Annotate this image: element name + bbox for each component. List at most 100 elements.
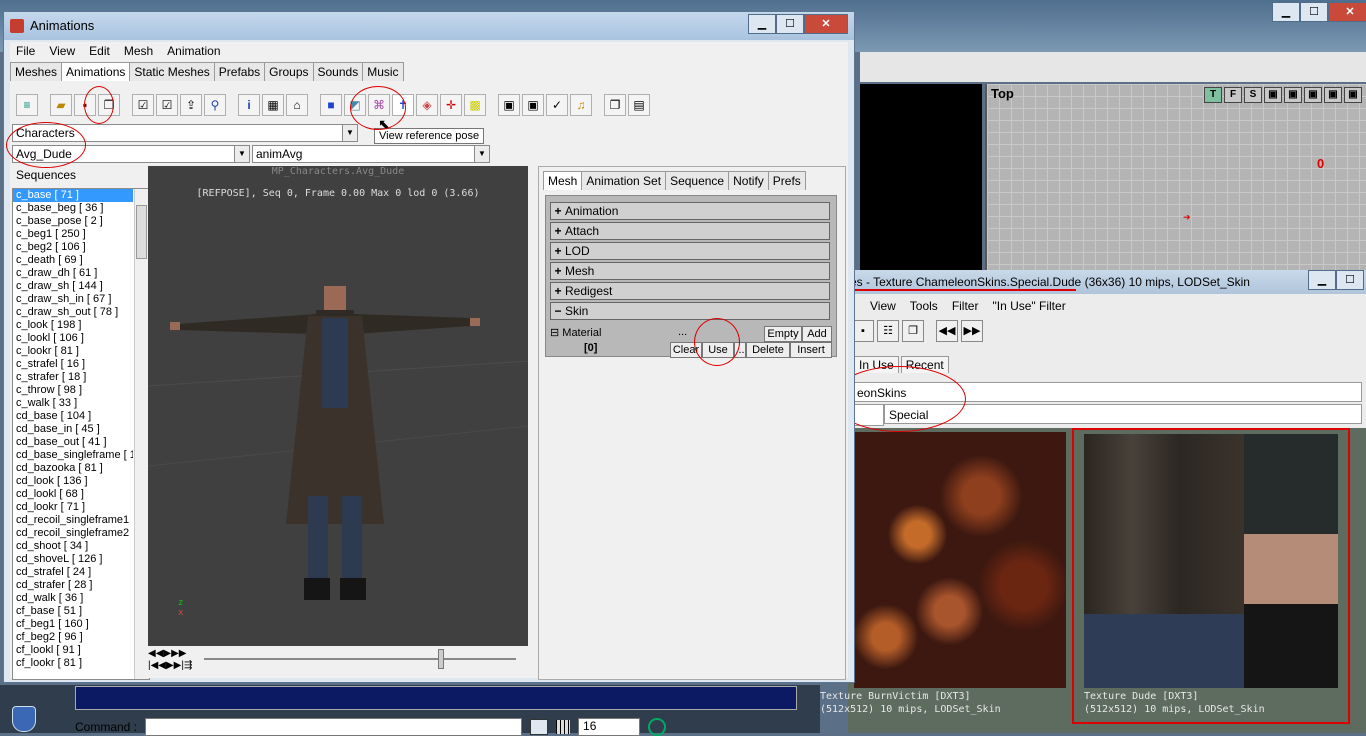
- forward-icon[interactable]: ▶▶: [171, 648, 186, 660]
- sequence-item[interactable]: cf_lookl [ 91 ]: [13, 644, 133, 657]
- paste-icon[interactable]: ▤: [628, 94, 650, 116]
- tab-notify[interactable]: Notify: [728, 171, 769, 190]
- bone-name-icon[interactable]: ◈: [416, 94, 438, 116]
- sequence-item[interactable]: cd_base_in [ 45 ]: [13, 423, 133, 436]
- previous-icon[interactable]: ◀◀: [936, 320, 958, 342]
- sequence-item[interactable]: c_walk [ 33 ]: [13, 397, 133, 410]
- material-label[interactable]: ⊟ Material: [550, 326, 678, 340]
- checkmark-doc2-icon[interactable]: ☑: [156, 94, 178, 116]
- editor-maximize-button[interactable]: ☐: [1300, 2, 1328, 22]
- view-cube4-icon[interactable]: ▣: [1324, 87, 1342, 103]
- viewport-mode-s[interactable]: S: [1244, 87, 1262, 103]
- menu-edit[interactable]: Edit: [89, 42, 110, 60]
- tab-meshes[interactable]: Meshes: [10, 62, 63, 81]
- sequence-item[interactable]: cf_base [ 51 ]: [13, 605, 133, 618]
- sequence-item[interactable]: c_draw_sh_in [ 67 ]: [13, 293, 133, 306]
- sequence-item[interactable]: cd_recoil_singleframe2: [13, 527, 133, 540]
- sequence-item[interactable]: c_base_pose [ 2 ]: [13, 215, 133, 228]
- sequence-item[interactable]: cd_recoil_singleframe1: [13, 514, 133, 527]
- tb-maximize-button[interactable]: ☐: [1336, 270, 1364, 290]
- rewind-icon[interactable]: ◀◀: [148, 648, 163, 660]
- texture-thumbnail-burnvictim[interactable]: [854, 432, 1066, 688]
- viewport-mode-t[interactable]: T: [1204, 87, 1222, 103]
- save-icon[interactable]: ▪: [852, 320, 874, 342]
- minimize-button[interactable]: ▁: [748, 14, 776, 34]
- first-frame-icon[interactable]: |◀◀: [148, 660, 166, 672]
- sequence-item[interactable]: cf_lookr [ 81 ]: [13, 657, 133, 670]
- view-cube5-icon[interactable]: ▣: [1344, 87, 1362, 103]
- texture-icon[interactable]: ▩: [464, 94, 486, 116]
- export-icon[interactable]: ▣: [498, 94, 520, 116]
- top-viewport[interactable]: Top T F S ▣ ▣ ▣ ▣ ▣ 0 ➔: [985, 84, 1366, 270]
- info-icon[interactable]: i: [238, 94, 260, 116]
- target-icon[interactable]: [648, 718, 667, 736]
- category-lod[interactable]: + LOD: [550, 242, 830, 260]
- sequence-item[interactable]: c_strafel [ 16 ]: [13, 358, 133, 371]
- editor-minimize-button[interactable]: ▁: [1272, 2, 1300, 22]
- next-icon[interactable]: ▶▶: [961, 320, 983, 342]
- command-input[interactable]: [145, 718, 523, 736]
- menu-view[interactable]: View: [49, 42, 75, 60]
- sound-icon[interactable]: ♫: [570, 94, 592, 116]
- tb-menu-filter[interactable]: Filter: [952, 296, 979, 316]
- tab-prefabs[interactable]: Prefabs: [213, 62, 266, 81]
- copy2-icon[interactable]: ❐: [604, 94, 626, 116]
- sequence-item[interactable]: c_throw [ 98 ]: [13, 384, 133, 397]
- timeline-scrubber[interactable]: [438, 649, 444, 669]
- sequence-item[interactable]: cd_shoveL [ 126 ]: [13, 553, 133, 566]
- checkmark-doc-icon[interactable]: ☑: [132, 94, 154, 116]
- sequence-item[interactable]: cd_walk [ 36 ]: [13, 592, 133, 605]
- maximize-button[interactable]: ☐: [776, 14, 804, 34]
- sequence-item[interactable]: cd_base [ 104 ]: [13, 410, 133, 423]
- shield-icon[interactable]: [12, 706, 36, 732]
- sequence-item[interactable]: cd_lookr [ 71 ]: [13, 501, 133, 514]
- tab-music[interactable]: Music: [362, 62, 404, 81]
- check-icon[interactable]: ✓: [546, 94, 568, 116]
- import-icon[interactable]: ⇪: [180, 94, 202, 116]
- sequence-item[interactable]: c_draw_sh_out [ 78 ]: [13, 306, 133, 319]
- copy-icon[interactable]: ❐: [902, 320, 924, 342]
- new-package-icon[interactable]: ≡: [16, 94, 38, 116]
- sequence-item[interactable]: c_strafer [ 18 ]: [13, 371, 133, 384]
- sequence-item[interactable]: cf_beg2 [ 96 ]: [13, 631, 133, 644]
- home-icon[interactable]: ⌂: [286, 94, 308, 116]
- timeline-track[interactable]: [204, 658, 516, 660]
- delete-button[interactable]: Delete: [746, 342, 790, 358]
- properties-icon[interactable]: ☷: [877, 320, 899, 342]
- open-icon[interactable]: ▰: [50, 94, 72, 116]
- sequence-item[interactable]: cd_strafel [ 24 ]: [13, 566, 133, 579]
- cube-icon[interactable]: ■: [320, 94, 342, 116]
- crosshair-icon[interactable]: ✛: [440, 94, 462, 116]
- sequence-item[interactable]: c_lookr [ 81 ]: [13, 345, 133, 358]
- chevron-down-icon[interactable]: ▼: [342, 125, 357, 141]
- sequence-item[interactable]: c_base [ 71 ]: [13, 189, 133, 202]
- grid-size-select[interactable]: 16: [578, 718, 641, 736]
- sequence-item[interactable]: cf_beg1 [ 160 ]: [13, 618, 133, 631]
- menu-animation[interactable]: Animation: [167, 42, 220, 60]
- tab-static-meshes[interactable]: Static Meshes: [129, 62, 215, 81]
- tb-minimize-button[interactable]: ▁: [1308, 270, 1336, 290]
- tab-animations[interactable]: Animations: [61, 62, 131, 81]
- export2-icon[interactable]: ▣: [522, 94, 544, 116]
- tab-prefs[interactable]: Prefs: [767, 171, 806, 190]
- viewport-mode-f[interactable]: F: [1224, 87, 1242, 103]
- tab-mesh[interactable]: Mesh: [543, 171, 583, 190]
- sequence-item[interactable]: c_draw_dh [ 61 ]: [13, 267, 133, 280]
- chevron-down-icon[interactable]: ▼: [234, 146, 249, 162]
- category-skin[interactable]: − Skin: [550, 302, 830, 320]
- view-cube-icon[interactable]: ▣: [1264, 87, 1282, 103]
- chevron-down-icon[interactable]: ▼: [474, 146, 489, 162]
- sequence-scrollbar[interactable]: [134, 189, 149, 679]
- last-frame-icon[interactable]: ▶▶|: [166, 660, 184, 672]
- tb-menu-view[interactable]: View: [870, 296, 896, 316]
- sequence-item[interactable]: cd_base_singleframe [ 1: [13, 449, 133, 462]
- tab-sounds[interactable]: Sounds: [312, 62, 364, 81]
- scrollbar-thumb[interactable]: [136, 205, 147, 259]
- sequence-item[interactable]: cd_strafer [ 28 ]: [13, 579, 133, 592]
- sequence-item[interactable]: c_look [ 198 ]: [13, 319, 133, 332]
- speed-icon[interactable]: ⇶: [184, 660, 192, 672]
- sequence-list[interactable]: c_base [ 71 ] c_base_beg [ 36 ] c_base_pos…: [12, 188, 150, 680]
- menu-mesh[interactable]: Mesh: [124, 42, 153, 60]
- category-redigest[interactable]: + Redigest: [550, 282, 830, 300]
- sequence-item[interactable]: cd_bazooka [ 81 ]: [13, 462, 133, 475]
